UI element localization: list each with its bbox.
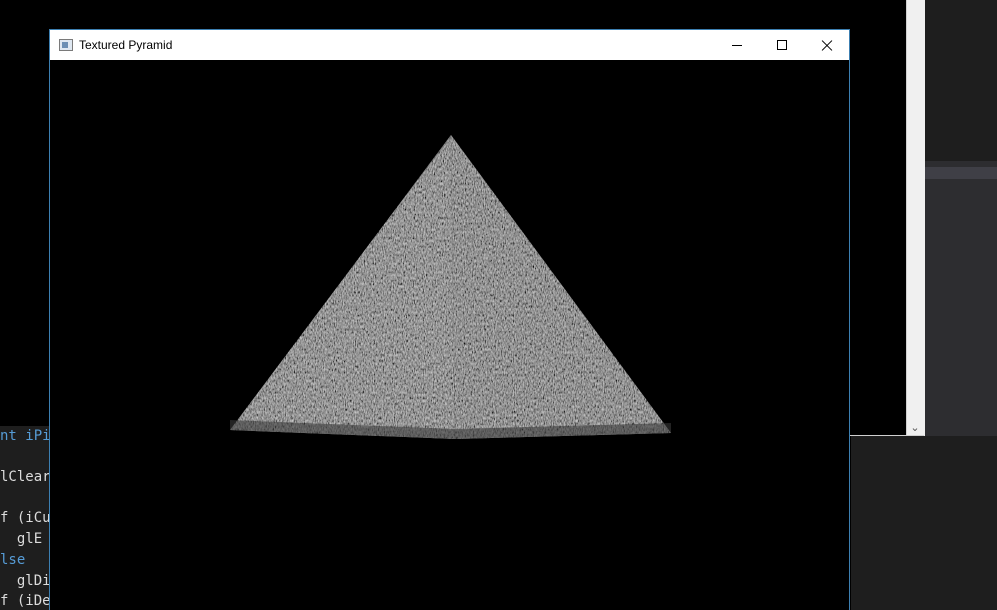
textured-pyramid-window[interactable]: Textured Pyramid xyxy=(49,29,850,610)
maximize-button[interactable] xyxy=(759,30,804,60)
opengl-viewport[interactable] xyxy=(50,60,849,610)
code-line: nt iPi xyxy=(0,428,51,444)
app-window-icon[interactable] xyxy=(59,39,73,51)
maximize-icon xyxy=(776,40,787,50)
desktop: ⌄ nt iPi lClear f (iCul glE lse glDi f (… xyxy=(0,0,997,610)
code-line: lClear xyxy=(0,469,51,485)
editor-lower-area xyxy=(851,436,997,610)
code-line: glDi xyxy=(0,573,51,589)
close-icon xyxy=(821,39,833,51)
minimize-icon xyxy=(731,44,742,46)
close-button[interactable] xyxy=(804,30,849,60)
pyramid-texture xyxy=(230,135,671,439)
code-line: lse xyxy=(0,552,26,568)
pyramid-render xyxy=(230,134,671,440)
title-bar[interactable]: Textured Pyramid xyxy=(50,30,849,60)
window-title: Textured Pyramid xyxy=(79,38,173,52)
console-scrollbar[interactable] xyxy=(906,0,925,436)
minimize-button[interactable] xyxy=(714,30,759,60)
scroll-down-arrow-icon[interactable]: ⌄ xyxy=(906,420,924,436)
code-line: glE xyxy=(0,531,43,547)
